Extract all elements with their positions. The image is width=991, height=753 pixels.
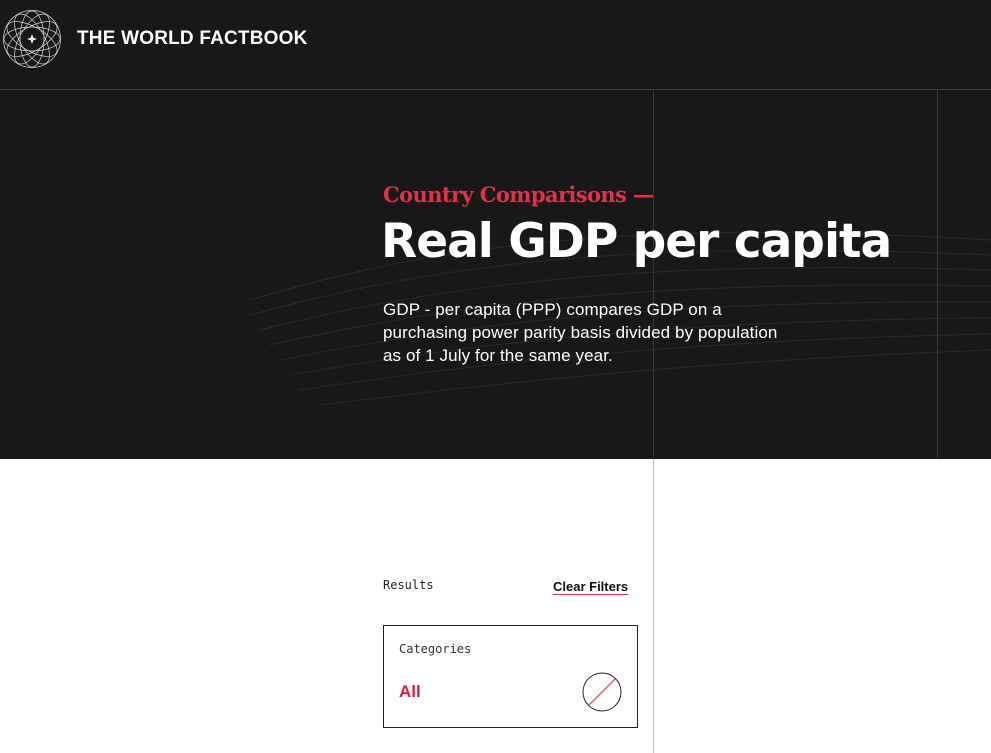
results-label: Results xyxy=(383,578,434,592)
site-title[interactable]: THE WORLD FACTBOOK xyxy=(77,28,308,50)
hero-divider-line xyxy=(937,90,938,459)
content-divider-line xyxy=(653,459,654,753)
hero-banner: Country Comparisons — Real GDP per capit… xyxy=(0,90,991,459)
clear-filters-link[interactable]: Clear Filters xyxy=(553,579,628,594)
hero-divider-line xyxy=(653,90,654,459)
site-header: THE WORLD FACTBOOK xyxy=(0,0,991,90)
no-filter-slash-circle-icon[interactable] xyxy=(582,672,622,712)
categories-filter[interactable]: Categories All xyxy=(383,625,638,728)
globe-orbit-star-icon[interactable] xyxy=(2,9,62,69)
page-description: GDP - per capita (PPP) compares GDP on a… xyxy=(383,300,778,365)
page-title: Real GDP per capita xyxy=(381,214,892,269)
categories-selected-value[interactable]: All xyxy=(399,682,421,702)
categories-label: Categories xyxy=(399,642,472,656)
section-eyebrow: Country Comparisons — xyxy=(383,182,654,207)
hero-texture-graphic xyxy=(249,232,991,406)
